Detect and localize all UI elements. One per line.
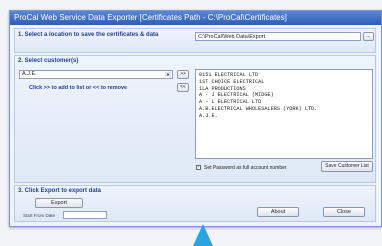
step1-label: 1. Select a location to save the certifi… (18, 32, 159, 38)
save-customer-list-button[interactable]: Save Customer List (321, 161, 373, 172)
list-item[interactable]: A - J ELECTRICAL (MIDGE) (199, 92, 369, 99)
step2-label: 2. Select customer(s) (18, 58, 79, 64)
window-title: ProCal Web Service Data Exporter [Certif… (10, 11, 381, 25)
list-item[interactable]: A.B.ELECTRICAL WHOLESALERS (YORK) LTD. (199, 106, 369, 113)
password-checkbox[interactable]: ✓ (196, 165, 201, 170)
list-item[interactable]: A.J.E. (199, 113, 369, 120)
password-checkbox-label: Set Password as full account number (204, 165, 287, 171)
remove-customer-button[interactable]: << (177, 83, 189, 92)
close-button[interactable]: Close (323, 207, 365, 217)
list-item[interactable]: A - L ELECTRICAL LTD (199, 99, 369, 106)
export-button[interactable]: Export (35, 198, 83, 208)
chevron-down-icon[interactable]: ▼ (165, 72, 171, 77)
list-item[interactable]: 1LA PRODUCTIONS (199, 86, 369, 93)
save-location-field[interactable] (195, 32, 361, 41)
list-item[interactable]: 0151 ELECTRICAL LTD (199, 72, 369, 79)
about-button[interactable]: About (257, 207, 299, 217)
step3-label: 3. Click Export to export data (18, 188, 102, 194)
customers-panel: 2. Select customer(s) A.J.E. ▼ >> << Cli… (14, 55, 376, 183)
customer-select[interactable]: A.J.E. ▼ (19, 70, 173, 79)
add-remove-hint: Click >> to add to list or << to remove (29, 85, 128, 91)
customer-select-value: A.J.E. (22, 71, 37, 77)
start-date-label: Start From Date (23, 213, 56, 218)
customer-list[interactable]: 0151 ELECTRICAL LTD 1ST CHOICE ELECTRICA… (195, 69, 373, 159)
start-date-field[interactable] (63, 211, 107, 219)
add-customer-button[interactable]: >> (177, 70, 189, 79)
export-panel: 3. Click Export to export data Export St… (14, 185, 376, 222)
browse-button[interactable]: ... (363, 32, 374, 41)
exporter-window: ProCal Web Service Data Exporter [Certif… (9, 10, 382, 227)
list-item[interactable]: 1ST CHOICE ELECTRICAL (199, 79, 369, 86)
location-panel: 1. Select a location to save the certifi… (14, 28, 376, 53)
arrow-up-icon (193, 224, 213, 246)
